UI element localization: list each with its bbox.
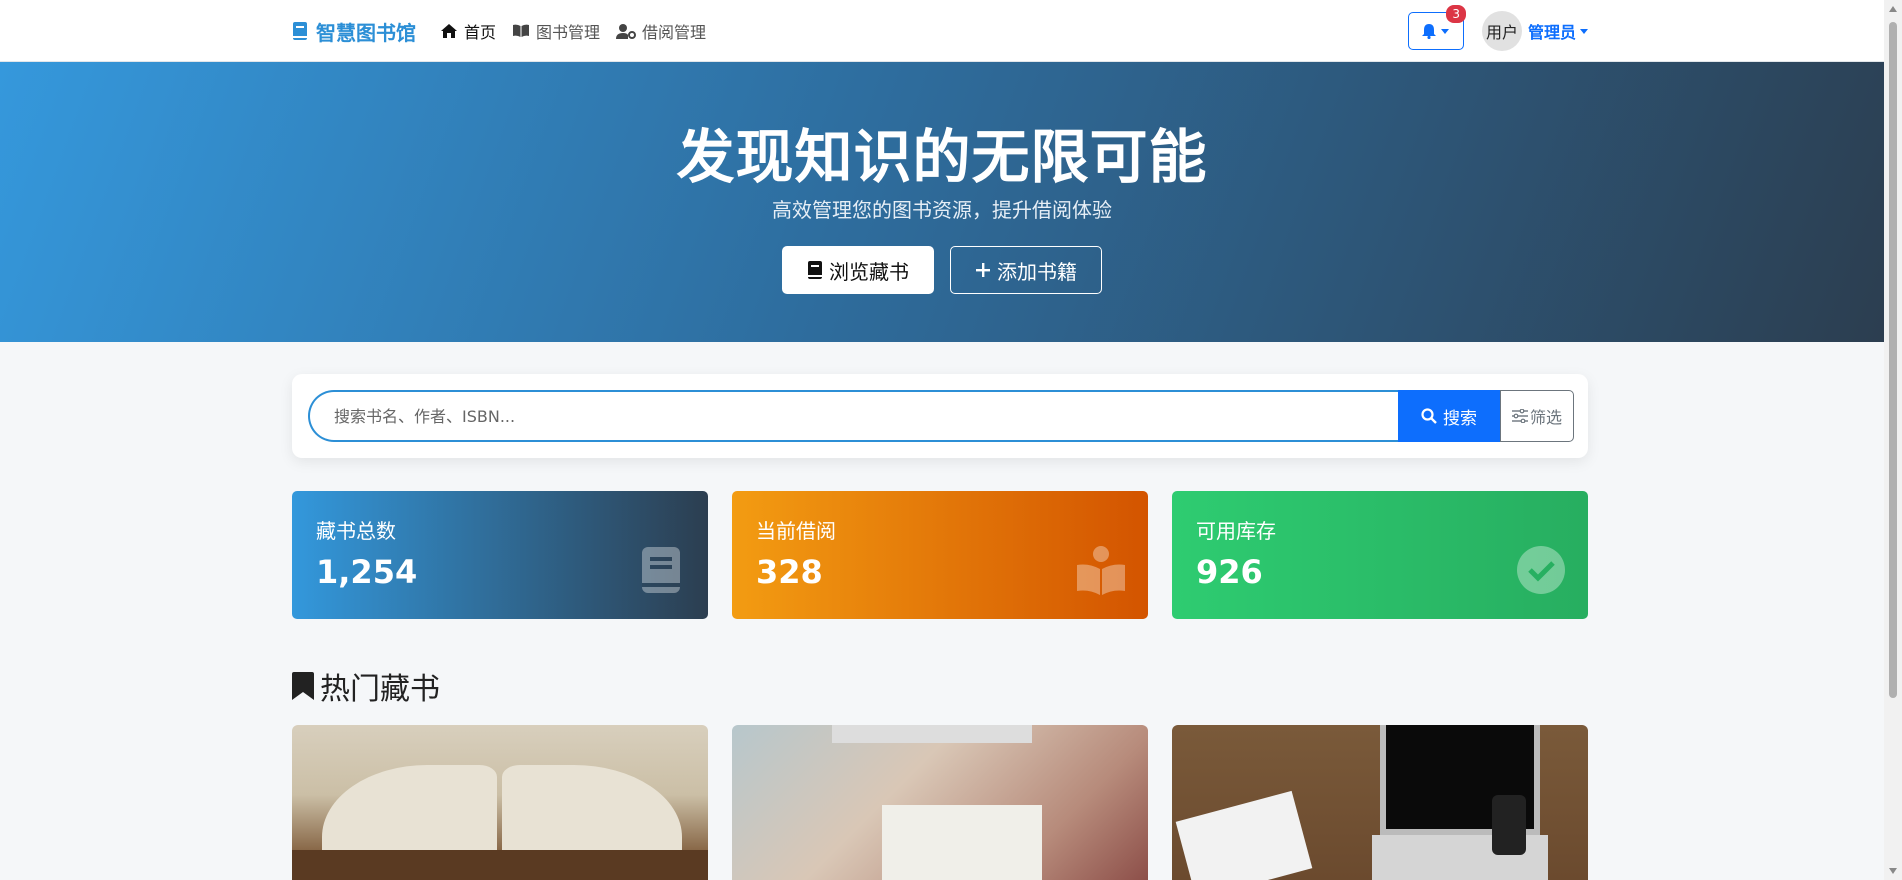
stat-value: 926 — [1196, 553, 1263, 591]
book-icon — [293, 22, 307, 40]
notification-badge: 3 — [1446, 5, 1466, 23]
scroll-down-arrow-icon[interactable] — [1889, 868, 1897, 874]
add-book-label: 添加书籍 — [997, 259, 1077, 284]
nav-item-label: 首页 — [464, 23, 497, 42]
section-title: 热门藏书 — [320, 672, 440, 707]
stat-card-total-books: 藏书总数 1,254 — [292, 491, 708, 619]
user-name-label: 管理员 — [1527, 23, 1576, 42]
popular-books-heading: 热门藏书 — [292, 664, 440, 708]
scrollbar-thumb[interactable] — [1889, 22, 1897, 698]
nav-item-label: 图书管理 — [536, 23, 601, 42]
book-icon — [642, 547, 680, 593]
page-scrollbar[interactable] — [1884, 0, 1902, 880]
sliders-icon — [1511, 409, 1528, 423]
hero-subtitle: 高效管理您的图书资源，提升借阅体验 — [772, 198, 1112, 222]
navbar-content: 智慧图书馆 首页 图书管理 借阅管理 3 用户 管理员 — [292, 0, 1588, 62]
notifications-button[interactable]: 3 — [1407, 5, 1466, 50]
stat-label: 藏书总数 — [316, 519, 396, 543]
search-button-label: 搜索 — [1443, 408, 1477, 429]
hero-banner: 发现知识的无限可能 高效管理您的图书资源，提升借阅体验 浏览藏书 添加书籍 — [0, 62, 1884, 342]
stat-value: 1,254 — [316, 553, 418, 591]
stat-card-available-stock: 可用库存 926 — [1172, 491, 1588, 619]
user-menu-toggle[interactable]: 管理员 — [1528, 19, 1588, 43]
book-card-image[interactable] — [1172, 725, 1588, 880]
chevron-down-icon — [1441, 28, 1450, 34]
add-book-button[interactable]: 添加书籍 — [950, 246, 1102, 294]
filter-button-label: 筛选 — [1529, 408, 1562, 427]
avatar[interactable]: 用户 — [1481, 11, 1522, 51]
book-card-image[interactable] — [292, 725, 708, 880]
chevron-down-icon — [1580, 28, 1588, 34]
search-card: 搜索 筛选 — [292, 374, 1588, 458]
stat-card-current-borrows: 当前借阅 328 — [732, 491, 1148, 619]
home-icon — [441, 24, 457, 38]
search-input[interactable] — [308, 390, 1398, 442]
nav-item-book-management[interactable]: 图书管理 — [512, 19, 600, 43]
bell-icon — [1422, 24, 1437, 39]
scroll-up-arrow-icon[interactable] — [1889, 6, 1897, 12]
search-button[interactable]: 搜索 — [1398, 390, 1500, 442]
hero-title: 发现知识的无限可能 — [676, 123, 1208, 191]
search-icon — [1421, 408, 1437, 424]
filter-button[interactable]: 筛选 — [1500, 390, 1574, 442]
book-icon — [808, 261, 822, 279]
user-gear-icon — [616, 24, 637, 39]
nav-item-home[interactable]: 首页 — [440, 19, 496, 43]
stat-value: 328 — [756, 553, 823, 591]
book-reader-icon — [1077, 546, 1125, 595]
browse-books-label: 浏览藏书 — [829, 259, 909, 284]
check-circle-icon — [1517, 546, 1565, 594]
stat-label: 可用库存 — [1196, 519, 1276, 543]
bookmark-icon — [292, 672, 314, 700]
brand-name: 智慧图书馆 — [316, 20, 416, 45]
book-card-image[interactable] — [732, 725, 1148, 880]
browse-books-button[interactable]: 浏览藏书 — [782, 246, 934, 294]
plus-icon — [976, 263, 990, 277]
book-open-icon — [513, 24, 530, 37]
hero-actions: 浏览藏书 添加书籍 — [0, 246, 1884, 294]
nav-item-borrow-management[interactable]: 借阅管理 — [616, 19, 706, 43]
nav-item-label: 借阅管理 — [642, 23, 707, 42]
top-navbar: 智慧图书馆 首页 图书管理 借阅管理 3 用户 管理员 — [0, 0, 1884, 62]
brand-link[interactable]: 智慧图书馆 — [292, 17, 416, 46]
stat-label: 当前借阅 — [756, 519, 836, 543]
